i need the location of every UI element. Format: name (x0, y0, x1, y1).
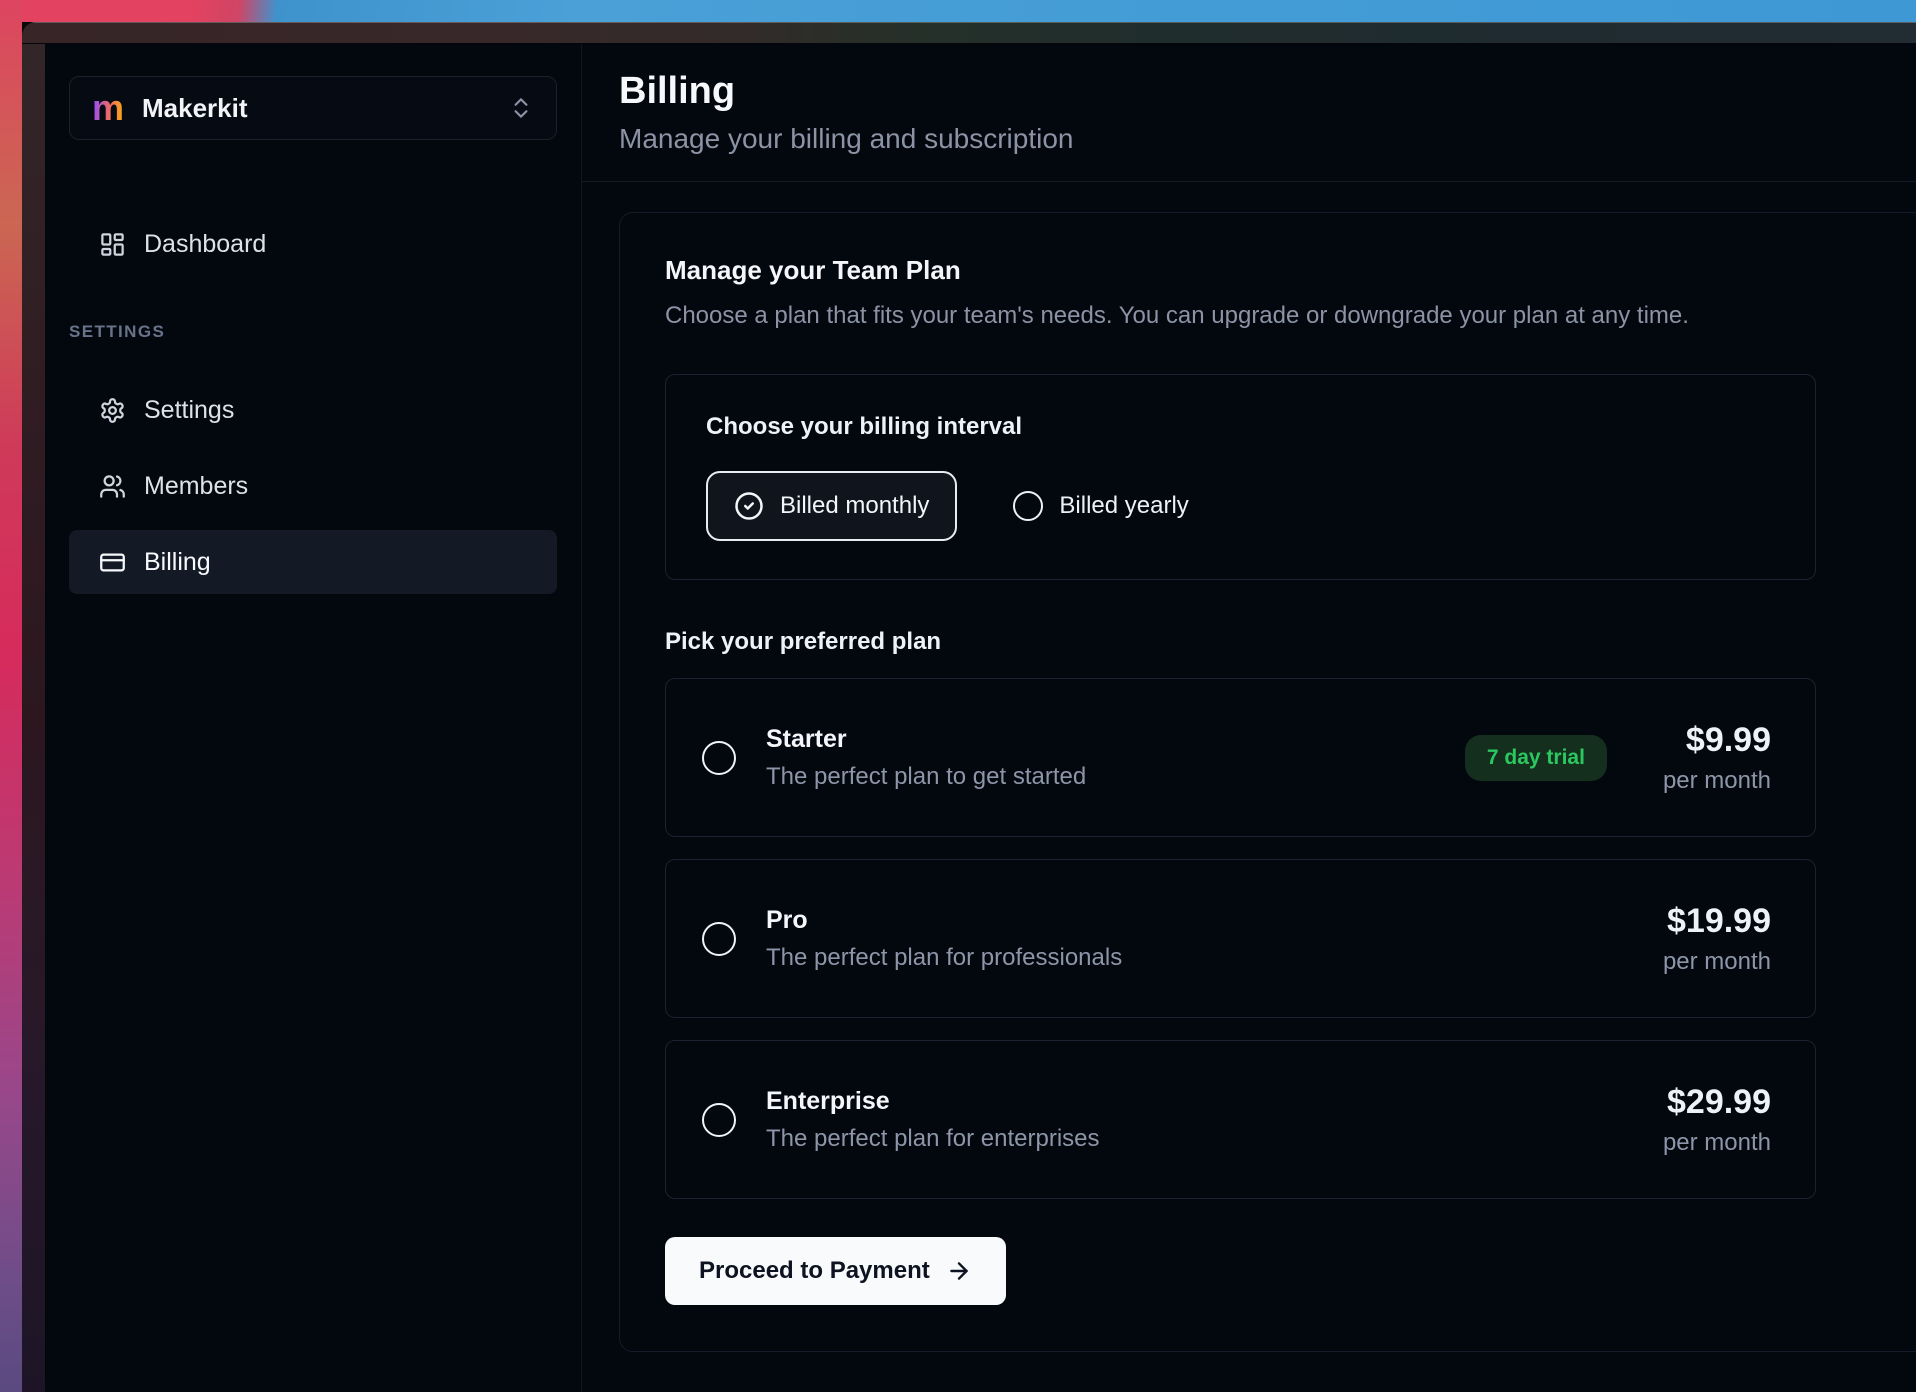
window-titlebar[interactable] (22, 22, 1916, 44)
price-value: $29.99 (1663, 1083, 1771, 1122)
price-period: per month (1663, 948, 1771, 976)
screenshot-stage: m Makerkit (0, 0, 1916, 1392)
radio-circle-icon[interactable] (702, 741, 736, 775)
sidebar-item-billing[interactable]: Billing (69, 530, 557, 594)
price-period: per month (1663, 767, 1771, 795)
users-icon (99, 473, 126, 500)
sidebar-item-label: Members (144, 472, 248, 501)
plan-price-block: $29.99 per month (1663, 1083, 1771, 1157)
billing-interval-box: Choose your billing interval Billed mont… (665, 374, 1816, 580)
radio-circle-icon[interactable] (702, 1103, 736, 1137)
proceed-to-payment-label: Proceed to Payment (699, 1257, 930, 1285)
plan-texts: Pro The perfect plan for professionals (766, 906, 1122, 972)
desktop-wallpaper-top (0, 0, 1916, 22)
plan-name: Pro (766, 906, 1122, 935)
header-divider (582, 181, 1916, 182)
billed-monthly-option[interactable]: Billed monthly (706, 471, 957, 541)
plan-row-starter[interactable]: Starter The perfect plan to get started … (665, 678, 1816, 837)
app-root: m Makerkit (45, 44, 1916, 1392)
plan-name: Enterprise (766, 1087, 1100, 1116)
plan-price-block: $19.99 per month (1663, 902, 1771, 976)
sidebar-item-members[interactable]: Members (69, 454, 557, 518)
plan-description: The perfect plan for professionals (766, 944, 1122, 972)
team-name-label: Makerkit (142, 93, 248, 124)
arrow-right-icon (946, 1258, 972, 1284)
team-selector[interactable]: m Makerkit (69, 76, 557, 140)
plan-row-enterprise[interactable]: Enterprise The perfect plan for enterpri… (665, 1040, 1816, 1199)
circle-check-icon (734, 491, 764, 521)
billing-interval-controls: Billed monthly Billed yearly (706, 471, 1775, 541)
radio-circle-icon (1013, 491, 1043, 521)
card-title: Manage your Team Plan (665, 255, 1916, 286)
billed-yearly-label: Billed yearly (1059, 492, 1188, 520)
plan-texts: Starter The perfect plan to get started (766, 725, 1086, 791)
card-subtitle: Choose a plan that fits your team's need… (665, 302, 1916, 330)
window-frame-edge (22, 44, 45, 1392)
radio-circle-icon[interactable] (702, 922, 736, 956)
team-plan-card: Manage your Team Plan Choose a plan that… (619, 212, 1916, 1352)
page-title: Billing (619, 70, 1916, 113)
sidebar: m Makerkit (45, 44, 582, 1392)
sidebar-item-dashboard[interactable]: Dashboard (69, 212, 557, 276)
makerkit-logo-icon: m (92, 90, 124, 126)
desktop-wallpaper-left (0, 0, 22, 1392)
credit-card-icon (99, 549, 126, 576)
proceed-to-payment-button[interactable]: Proceed to Payment (665, 1237, 1006, 1305)
sidebar-section-label: SETTINGS (69, 322, 557, 342)
plan-row-pro[interactable]: Pro The perfect plan for professionals $… (665, 859, 1816, 1018)
window-body: m Makerkit (22, 44, 1916, 1392)
billed-yearly-option[interactable]: Billed yearly (1013, 491, 1188, 521)
price-value: $19.99 (1663, 902, 1771, 941)
plan-price-block: $9.99 per month (1663, 721, 1771, 795)
sidebar-item-label: Billing (144, 548, 211, 577)
sidebar-item-label: Dashboard (144, 230, 266, 259)
app-window: m Makerkit (22, 22, 1916, 1392)
price-period: per month (1663, 1129, 1771, 1157)
billed-monthly-label: Billed monthly (780, 492, 929, 520)
billing-interval-label: Choose your billing interval (706, 413, 1775, 441)
dashboard-icon (99, 231, 126, 258)
sidebar-item-settings[interactable]: Settings (69, 378, 557, 442)
plan-description: The perfect plan to get started (766, 763, 1086, 791)
sidebar-item-label: Settings (144, 396, 234, 425)
plan-description: The perfect plan for enterprises (766, 1125, 1100, 1153)
chevrons-up-down-icon (508, 95, 534, 121)
plans-section-label: Pick your preferred plan (665, 628, 1916, 656)
page-subtitle: Manage your billing and subscription (619, 123, 1916, 155)
trial-badge: 7 day trial (1465, 735, 1607, 781)
main-content: Billing Manage your billing and subscrip… (582, 44, 1916, 1392)
price-value: $9.99 (1663, 721, 1771, 760)
plan-texts: Enterprise The perfect plan for enterpri… (766, 1087, 1100, 1153)
gear-icon (99, 397, 126, 424)
plan-name: Starter (766, 725, 1086, 754)
